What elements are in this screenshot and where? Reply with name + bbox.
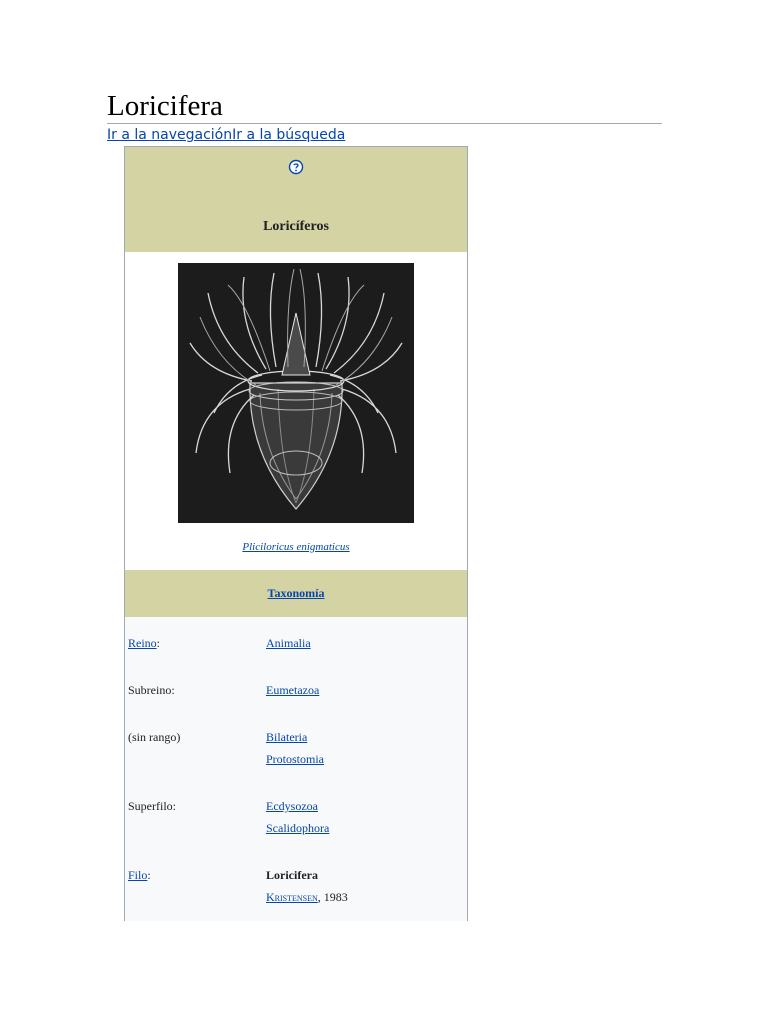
filo-value: Loricifera Kristensen, 1983 xyxy=(266,864,348,908)
title-divider xyxy=(107,123,662,124)
organism-illustration xyxy=(178,263,414,523)
subreino-value: Eumetazoa xyxy=(266,679,319,701)
filo-name: Loricifera xyxy=(266,868,318,882)
jump-to-navigation-link[interactable]: Ir a la navegación xyxy=(107,127,232,143)
page-title: Loricifera xyxy=(107,90,223,122)
colon: : xyxy=(147,868,151,882)
question-mark-circle-icon[interactable] xyxy=(288,159,304,175)
taxobox-image-area: Pliciloricus enigmaticus xyxy=(125,252,467,570)
image-caption-link[interactable]: Pliciloricus enigmaticus xyxy=(242,541,349,553)
taxonomy-link[interactable]: Taxonomía xyxy=(268,586,325,600)
eumetazoa-link[interactable]: Eumetazoa xyxy=(266,683,319,697)
page: Loricifera Ir a la navegaciónIr a la bús… xyxy=(0,0,768,1024)
image-caption: Pliciloricus enigmaticus xyxy=(125,541,467,553)
sin-rango-label: (sin rango) xyxy=(128,730,181,744)
reino-link[interactable]: Reino xyxy=(128,636,157,650)
taxobox-header: Loricíferos xyxy=(125,147,467,252)
taxonomy-header: Taxonomía xyxy=(125,570,467,617)
taxobox: Loricíferos Pliciloricus enigmaticus Tax… xyxy=(124,146,468,921)
filo-label: Filo: xyxy=(128,864,151,886)
jump-to-search-link[interactable]: Ir a la búsqueda xyxy=(232,127,345,143)
superfilo-value: Ecdysozoa Scalidophora xyxy=(266,795,329,839)
bilateria-link[interactable]: Bilateria xyxy=(266,730,307,744)
reino-label: Reino: xyxy=(128,632,160,654)
subreino-label: Subreino: xyxy=(128,683,175,697)
jump-links: Ir a la navegaciónIr a la búsqueda xyxy=(107,126,345,144)
taxonomy-header-label: Taxonomía xyxy=(125,586,467,601)
animalia-link[interactable]: Animalia xyxy=(266,636,311,650)
kristensen-link[interactable]: Kristensen xyxy=(266,890,318,904)
organism-image[interactable] xyxy=(178,263,414,523)
ecdysozoa-link[interactable]: Ecdysozoa xyxy=(266,799,318,813)
protostomia-link[interactable]: Protostomia xyxy=(266,752,324,766)
taxobox-title: Loricíferos xyxy=(263,219,329,234)
sin-rango-value: Bilateria Protostomia xyxy=(266,726,324,770)
superfilo-label: Superfilo: xyxy=(128,799,176,813)
authority-year: , 1983 xyxy=(317,890,348,904)
scalidophora-link[interactable]: Scalidophora xyxy=(266,821,329,835)
filo-link[interactable]: Filo xyxy=(128,868,147,882)
colon: : xyxy=(156,636,161,650)
reino-value: Animalia xyxy=(266,632,311,654)
